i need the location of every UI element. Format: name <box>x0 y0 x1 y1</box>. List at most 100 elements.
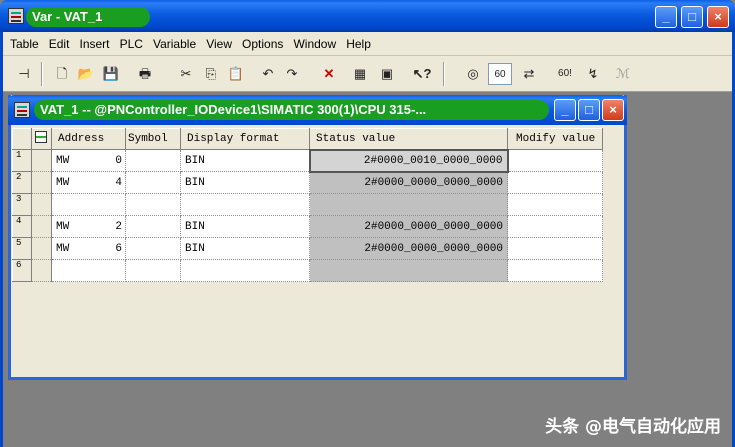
table-row[interactable]: 3 <box>12 193 603 216</box>
modify-cell[interactable] <box>507 215 603 238</box>
undo-icon[interactable]: ↶ <box>256 63 280 85</box>
symbol-cell[interactable] <box>125 259 181 282</box>
vat-window-icon[interactable] <box>14 102 30 118</box>
status-cell[interactable]: 2#0000_0000_0000_0000 <box>309 171 508 194</box>
force-icon[interactable]: ℳ <box>611 63 635 85</box>
status-cell[interactable]: 2#0000_0010_0000_0000 <box>308 148 509 173</box>
menu-plc[interactable]: PLC <box>113 32 143 51</box>
row-marker <box>31 215 52 238</box>
address-cell[interactable] <box>51 193 126 216</box>
row-number[interactable]: 6 <box>12 259 32 282</box>
close-button[interactable]: × <box>707 6 729 28</box>
row-number[interactable]: 2 <box>12 171 32 194</box>
minimize-button[interactable]: _ <box>655 6 677 28</box>
address-number: 0 <box>115 154 122 167</box>
vat-minimize-button[interactable]: _ <box>554 99 576 121</box>
modify-cell[interactable] <box>507 193 603 216</box>
format-cell[interactable]: BIN <box>180 171 310 194</box>
address-operand: MW <box>56 242 70 255</box>
column-status-value[interactable]: Status value <box>309 128 508 150</box>
column-symbol[interactable]: Symbol <box>125 128 181 150</box>
menu-variable[interactable]: Variable <box>146 32 196 51</box>
menu-view[interactable]: View <box>199 32 232 51</box>
symbol-cell[interactable] <box>125 215 181 238</box>
format-cell[interactable]: BIN <box>180 237 310 260</box>
modify-cell[interactable] <box>507 149 603 172</box>
watermark: 头条 @电气自动化应用 <box>545 417 721 437</box>
row-number[interactable]: 5 <box>12 237 32 260</box>
menu-window[interactable]: Window <box>286 32 336 51</box>
activate-modify-icon[interactable]: ↯ <box>581 63 605 85</box>
table-row[interactable]: 6 <box>12 259 603 282</box>
app-title-bar[interactable]: Var - VAT_1 _ □ × <box>0 0 735 32</box>
address-operand: MW <box>56 220 70 233</box>
address-cell[interactable] <box>51 259 126 282</box>
pin-icon[interactable]: ⊣ <box>12 63 36 85</box>
network-icon[interactable]: ▦ <box>348 63 372 85</box>
header-marker[interactable] <box>31 128 52 150</box>
status-cell[interactable] <box>309 193 508 216</box>
address-cell[interactable]: MW 6 <box>51 237 126 260</box>
symbol-cell[interactable] <box>125 237 181 260</box>
update-monitor-icon[interactable]: 60! <box>553 63 577 85</box>
monitor-variable-icon[interactable]: ◎ <box>461 63 485 85</box>
address-number: 2 <box>115 220 122 233</box>
table-row[interactable]: 2 MW 4 BIN 2#0000_0000_0000_0000 <box>12 171 603 194</box>
vat-window-title: VAT_1 -- @PNController_IODevice1\SIMATIC… <box>34 100 549 120</box>
var-app-icon[interactable] <box>8 8 24 24</box>
format-cell[interactable] <box>180 193 310 216</box>
address-cell[interactable]: MW 2 <box>51 215 126 238</box>
modify-cell[interactable] <box>507 237 603 260</box>
address-cell[interactable]: MW 0 <box>51 149 126 172</box>
menu-edit[interactable]: Edit <box>42 32 70 51</box>
vat-maximize-button[interactable]: □ <box>578 99 600 121</box>
paste-icon[interactable]: 📋 <box>224 63 248 85</box>
column-display-format[interactable]: Display format <box>180 128 310 150</box>
toolbar: ⊣ 🗋 📂 💾 🖶 ✂ ⎘ 📋 ↶ ↷ ✕ ▦ ▣ ↖? ◎ 60 ⇄ 60! … <box>3 56 732 92</box>
address-cell[interactable]: MW 4 <box>51 171 126 194</box>
delete-icon[interactable]: ✕ <box>317 63 341 85</box>
row-marker <box>31 193 52 216</box>
table-header-icon <box>35 131 47 143</box>
row-number[interactable]: 3 <box>12 193 32 216</box>
format-cell[interactable]: BIN <box>180 215 310 238</box>
menu-table[interactable]: Table <box>3 32 39 51</box>
accessible-nodes-icon[interactable]: ▣ <box>375 63 399 85</box>
modify-variable-icon[interactable]: ⇄ <box>517 63 541 85</box>
status-cell[interactable]: 2#0000_0000_0000_0000 <box>309 237 508 260</box>
row-marker <box>31 171 52 194</box>
format-cell[interactable]: BIN <box>180 149 310 172</box>
address-number: 4 <box>115 176 122 189</box>
redo-icon[interactable]: ↷ <box>280 63 304 85</box>
status-cell[interactable] <box>309 259 508 282</box>
maximize-button[interactable]: □ <box>681 6 703 28</box>
new-icon[interactable]: 🗋 <box>50 63 74 85</box>
menu-options[interactable]: Options <box>235 32 283 51</box>
menu-insert[interactable]: Insert <box>73 32 110 51</box>
monitor-once-icon[interactable]: 60 <box>488 63 512 85</box>
modify-cell[interactable] <box>507 171 603 194</box>
row-number[interactable]: 1 <box>12 149 32 172</box>
column-modify-value[interactable]: Modify value <box>507 128 603 150</box>
vat-window-title-bar[interactable]: VAT_1 -- @PNController_IODevice1\SIMATIC… <box>8 95 627 125</box>
table-row[interactable]: 1 MW 0 BIN 2#0000_0010_0000_0000 <box>12 148 603 173</box>
table-row[interactable]: 4 MW 2 BIN 2#0000_0000_0000_0000 <box>12 215 603 238</box>
cut-icon[interactable]: ✂ <box>174 63 198 85</box>
copy-icon[interactable]: ⎘ <box>199 63 223 85</box>
open-icon[interactable]: 📂 <box>74 63 98 85</box>
save-icon[interactable]: 💾 <box>99 63 123 85</box>
symbol-cell[interactable] <box>125 171 181 194</box>
print-icon[interactable]: 🖶 <box>133 63 157 85</box>
symbol-cell[interactable] <box>125 193 181 216</box>
row-number[interactable]: 4 <box>12 215 32 238</box>
modify-cell[interactable] <box>507 259 603 282</box>
status-cell[interactable]: 2#0000_0000_0000_0000 <box>309 215 508 238</box>
symbol-cell[interactable] <box>125 149 181 172</box>
address-operand: MW <box>56 154 70 167</box>
help-pointer-icon[interactable]: ↖? <box>410 63 434 85</box>
vat-close-button[interactable]: × <box>602 99 624 121</box>
menu-help[interactable]: Help <box>339 32 371 51</box>
column-address[interactable]: Address <box>51 128 126 150</box>
table-row[interactable]: 5 MW 6 BIN 2#0000_0000_0000_0000 <box>12 237 603 260</box>
format-cell[interactable] <box>180 259 310 282</box>
